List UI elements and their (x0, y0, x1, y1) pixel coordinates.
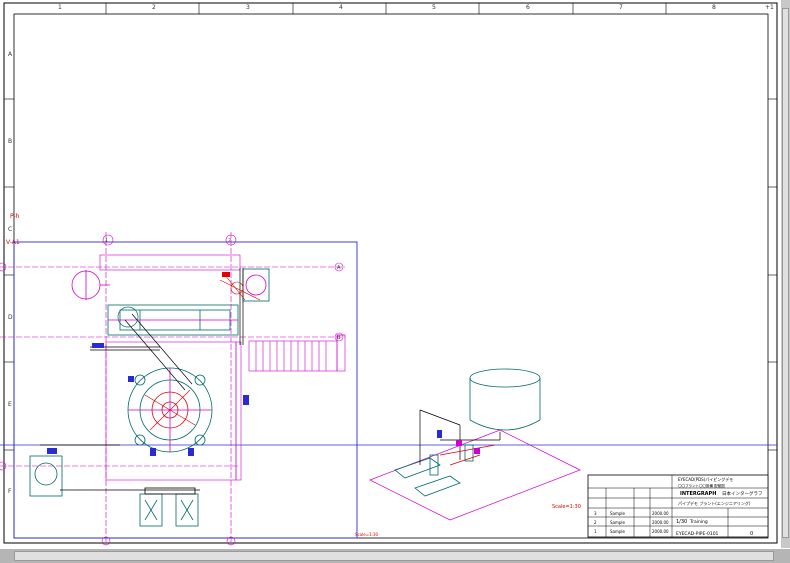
plan-scale-label: Scale=1:30 (355, 532, 379, 537)
drawing-title: パイプデモ プラント(エンジニアリング) (678, 500, 751, 506)
project-line2: 〇〇プラント〇〇設備 配管図 (678, 483, 725, 488)
iso-pumps (394, 444, 474, 497)
svg-text:2000.00: 2000.00 (652, 529, 669, 534)
lower-pumps (139, 487, 199, 527)
svg-text:6: 6 (526, 4, 530, 11)
company-name: 日本インターグラフ (722, 490, 763, 497)
row-ticks (4, 98, 777, 451)
diagonal-pipe (90, 268, 244, 391)
svg-text:2000.00: 2000.00 (652, 520, 669, 525)
svg-text:+1: +1 (765, 4, 774, 11)
sheet-name: Training (689, 519, 708, 525)
plan-grid (0, 232, 345, 546)
svg-text:A: A (8, 51, 13, 58)
vertical-scroll-thumb[interactable] (782, 8, 789, 538)
svg-text:2: 2 (152, 4, 156, 11)
plan-view: P-h V-A1 1 2 A B Scale=1:30 (0, 213, 379, 546)
svg-text:4: 4 (339, 4, 343, 11)
svg-text:Sample: Sample (610, 511, 626, 516)
svg-text:1: 1 (105, 238, 108, 244)
svg-text:8: 8 (712, 4, 716, 11)
pump-top-right (242, 268, 270, 302)
svg-text:F: F (8, 488, 12, 495)
iso-piping (419, 409, 501, 465)
iso-valves (437, 430, 480, 454)
svg-text:A: A (337, 265, 341, 271)
vessel-top-left (71, 270, 110, 300)
title-block: EYECAD(PDS)パイピングデモ 〇〇プラント〇〇設備 配管図 INTERG… (587, 474, 769, 538)
inner-frame (13, 13, 769, 539)
svg-text:2000.00: 2000.00 (652, 511, 669, 516)
drawing-number: EYECAD-PIPE-0101 (676, 531, 719, 537)
valves (47, 272, 249, 456)
project-line1: EYECAD(PDS)パイピングデモ (678, 476, 733, 482)
heat-exchanger (107, 304, 239, 336)
isometric-view: Scale=1:30 (369, 368, 581, 521)
horizontal-scroll-thumb[interactable] (14, 551, 774, 561)
svg-text:2: 2 (228, 238, 231, 244)
column-ticks (105, 3, 667, 14)
view-title: P-h (10, 213, 20, 220)
svg-text:E: E (8, 401, 12, 408)
svg-text:5: 5 (432, 4, 436, 11)
svg-text:1: 1 (58, 4, 62, 11)
iso-scale-label: Scale=1:30 (552, 504, 581, 510)
svg-text:Sample: Sample (610, 529, 626, 534)
svg-text:3: 3 (246, 4, 250, 11)
revision: 0 (750, 531, 753, 537)
svg-text:Sample: Sample (610, 520, 626, 525)
svg-text:B: B (8, 138, 12, 145)
drawing-canvas[interactable]: 1 2 3 4 5 6 7 8 +1 A B C D E F P-h V-A1 (0, 0, 790, 563)
view-label: V-A1 (6, 239, 20, 246)
iso-red-lines (439, 444, 496, 466)
svg-text:7: 7 (619, 4, 623, 11)
svg-text:D: D (8, 314, 13, 321)
column-labels: 1 2 3 4 5 6 7 8 +1 (58, 4, 774, 11)
storage-tank (469, 368, 541, 431)
row-labels: A B C D E F (8, 51, 13, 495)
stairway (248, 334, 346, 372)
svg-text:B: B (337, 335, 341, 341)
svg-text:C: C (8, 226, 12, 233)
sheet-border (3, 2, 778, 544)
scale-value: 1/30 (676, 519, 687, 525)
company-logo: INTERGRAPH (680, 491, 716, 497)
